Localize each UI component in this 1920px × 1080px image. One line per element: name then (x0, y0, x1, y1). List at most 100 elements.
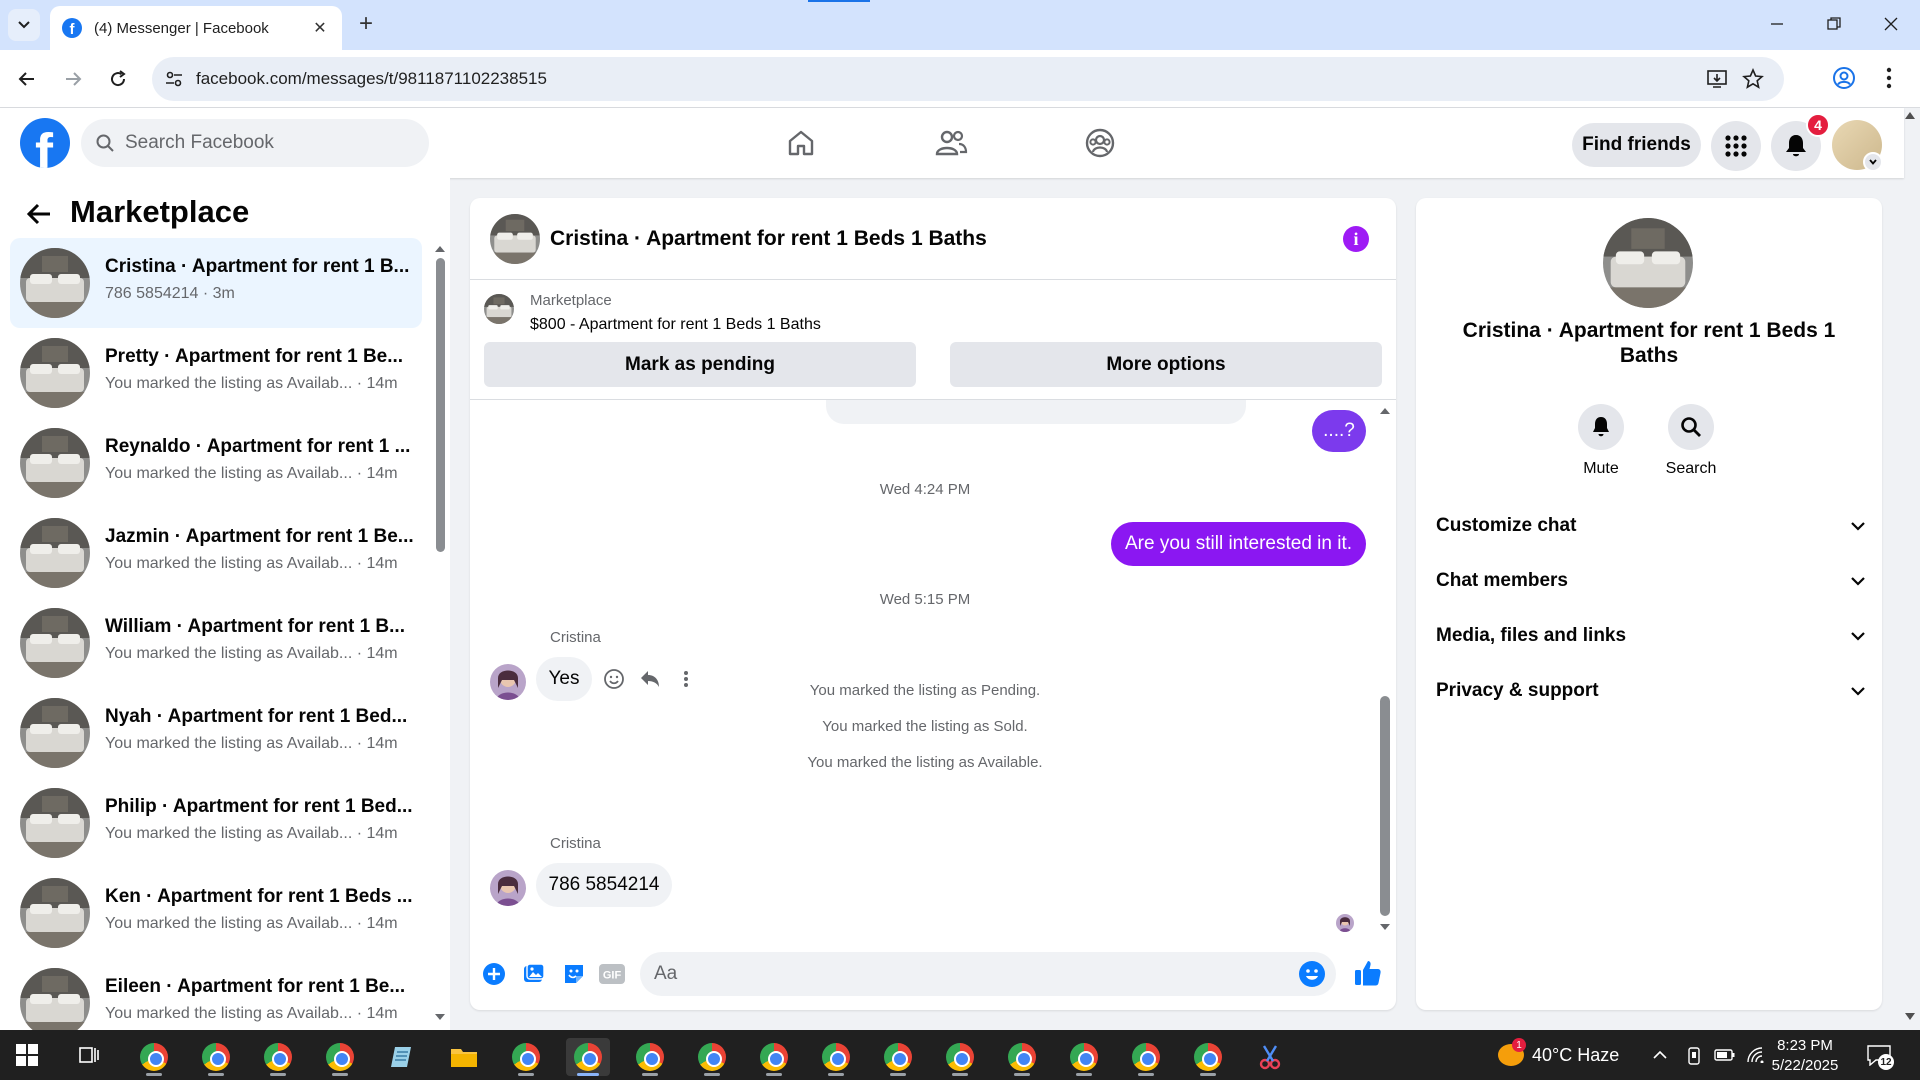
facebook-search[interactable] (81, 119, 429, 167)
minimize-button[interactable] (1765, 12, 1789, 36)
notepad-taskbar-icon[interactable] (380, 1038, 424, 1076)
thread-scroll-down-icon[interactable] (1380, 924, 1390, 930)
reload-button[interactable] (103, 64, 133, 94)
mute-button[interactable]: Mute (1561, 404, 1641, 478)
new-tab-button[interactable]: + (352, 11, 380, 39)
bookmark-star-icon[interactable] (1742, 68, 1764, 90)
sticker-icon[interactable] (560, 960, 588, 988)
nav-friends[interactable] (929, 121, 973, 165)
contact-avatar[interactable] (1603, 218, 1693, 308)
outgoing-message[interactable]: ....? (1312, 410, 1366, 452)
message-input[interactable] (654, 952, 1274, 996)
page-scroll-down-icon[interactable] (1905, 1013, 1915, 1020)
sender-avatar[interactable] (490, 870, 526, 906)
conversation-item[interactable]: Cristina · Apartment for rent 1 B... 786 … (10, 238, 422, 328)
chat-avatar[interactable] (490, 214, 540, 264)
listing-avatar (20, 428, 90, 498)
photo-icon[interactable] (520, 960, 548, 988)
conversation-item[interactable]: Jazmin · Apartment for rent 1 Be... You m… (10, 508, 422, 598)
incoming-message[interactable]: 786 5854214 (536, 863, 672, 907)
listing-title[interactable]: $800 - Apartment for rent 1 Beds 1 Baths (530, 316, 821, 334)
chrome-taskbar-icon[interactable] (504, 1038, 548, 1076)
account-chevron-icon[interactable] (1863, 152, 1883, 172)
chrome-taskbar-icon[interactable] (132, 1038, 176, 1076)
chrome-taskbar-icon[interactable] (1000, 1038, 1044, 1076)
chrome-taskbar-icon[interactable] (752, 1038, 796, 1076)
chat-title[interactable]: Cristina · Apartment for rent 1 Beds 1 B… (550, 227, 987, 251)
info-icon[interactable]: i (1343, 226, 1369, 252)
restore-button[interactable] (1822, 12, 1846, 36)
address-bar[interactable]: facebook.com/messages/t/9811871102238515 (152, 57, 1784, 101)
emoji-icon[interactable] (1298, 960, 1326, 988)
mark-as-pending-button[interactable]: Mark as pending (484, 342, 916, 387)
chrome-taskbar-icon[interactable] (876, 1038, 920, 1076)
plus-circle-icon[interactable] (480, 960, 508, 988)
tray-chevron-up-icon[interactable] (1652, 1047, 1668, 1063)
sidebar-scroll-up-icon[interactable] (435, 246, 445, 252)
install-app-icon[interactable] (1706, 68, 1728, 90)
snipping-tool-taskbar-icon[interactable] (1248, 1038, 1292, 1076)
url-text[interactable]: facebook.com/messages/t/9811871102238515 (196, 69, 547, 89)
chrome-taskbar-icon[interactable] (628, 1038, 672, 1076)
browser-menu-icon[interactable] (1886, 66, 1892, 90)
chrome-taskbar-icon[interactable] (318, 1038, 362, 1076)
chat-members-section[interactable]: Chat members (1436, 559, 1866, 603)
battery-icon[interactable] (1714, 1047, 1736, 1063)
site-info-icon[interactable] (164, 69, 184, 89)
find-friends-button[interactable]: Find friends (1572, 123, 1701, 167)
read-receipt-avatar (1336, 914, 1354, 932)
back-button[interactable] (12, 64, 42, 94)
chrome-taskbar-icon[interactable] (690, 1038, 734, 1076)
gif-icon[interactable]: GIF (598, 960, 626, 988)
conversation-item[interactable]: Pretty · Apartment for rent 1 Be... You m… (10, 328, 422, 418)
conversation-item[interactable]: Philip · Apartment for rent 1 Bed... You … (10, 778, 422, 868)
message-input-field[interactable] (640, 952, 1336, 996)
conversation-item[interactable]: Reynaldo · Apartment for rent 1 ... You m… (10, 418, 422, 508)
page-scroll-up-icon[interactable] (1905, 112, 1915, 119)
tab-search-button[interactable] (8, 9, 40, 41)
nav-groups[interactable] (1078, 121, 1122, 165)
facebook-logo-icon[interactable]: f (20, 118, 70, 168)
close-window-button[interactable] (1879, 12, 1903, 36)
system-clock[interactable]: 8:23 PM 5/22/2025 (1760, 1036, 1850, 1076)
tray-device-icon[interactable] (1686, 1047, 1702, 1065)
privacy-support-section[interactable]: Privacy & support (1436, 669, 1866, 713)
conversation-item[interactable]: William · Apartment for rent 1 B... You m… (10, 598, 422, 688)
customize-chat-section[interactable]: Customize chat (1436, 504, 1866, 548)
listing-thumbnail[interactable] (484, 294, 514, 324)
search-input[interactable] (125, 119, 415, 167)
thread-scrollbar[interactable] (1380, 696, 1390, 916)
thread-scroll-up-icon[interactable] (1380, 408, 1390, 414)
sidebar-scrollbar[interactable] (436, 258, 445, 552)
more-options-button[interactable]: More options (950, 342, 1382, 387)
chrome-taskbar-icon[interactable] (1186, 1038, 1230, 1076)
chrome-taskbar-icon[interactable] (1062, 1038, 1106, 1076)
mute-bell-icon (1578, 404, 1624, 450)
thumbs-up-icon[interactable] (1353, 958, 1383, 988)
conversation-item[interactable]: Ken · Apartment for rent 1 Beds ... You m… (10, 868, 422, 958)
sidebar-scroll-down-icon[interactable] (435, 1014, 445, 1020)
back-arrow-icon[interactable] (26, 202, 52, 226)
media-files-links-section[interactable]: Media, files and links (1436, 614, 1866, 658)
tab-close-icon[interactable]: ✕ (310, 18, 330, 38)
menu-button[interactable] (1711, 121, 1761, 171)
conversation-item[interactable]: Nyah · Apartment for rent 1 Bed... You ma… (10, 688, 422, 778)
chrome-taskbar-icon[interactable] (814, 1038, 858, 1076)
conversation-name: Reynaldo · Apartment for rent 1 ... (105, 436, 411, 457)
task-view-icon[interactable] (78, 1044, 100, 1066)
chrome-taskbar-icon[interactable] (938, 1038, 982, 1076)
chrome-taskbar-icon[interactable] (1124, 1038, 1168, 1076)
chrome-taskbar-icon-active[interactable] (566, 1038, 610, 1076)
windows-start-icon[interactable] (16, 1044, 38, 1066)
nav-home[interactable] (779, 121, 823, 165)
file-explorer-taskbar-icon[interactable] (442, 1038, 486, 1076)
browser-tab-messenger[interactable]: f (4) Messenger | Facebook ✕ (50, 6, 342, 50)
chrome-taskbar-icon[interactable] (194, 1038, 238, 1076)
search-conversation-button[interactable]: Search (1651, 404, 1731, 478)
chrome-taskbar-icon[interactable] (256, 1038, 300, 1076)
outgoing-message[interactable]: Are you still interested in it. (1111, 522, 1366, 566)
notification-center-icon[interactable]: 12 (1866, 1044, 1894, 1070)
weather-widget[interactable]: 1 40°C Haze (1498, 1038, 1619, 1066)
browser-profile-icon[interactable] (1832, 66, 1856, 90)
forward-button[interactable] (58, 64, 88, 94)
